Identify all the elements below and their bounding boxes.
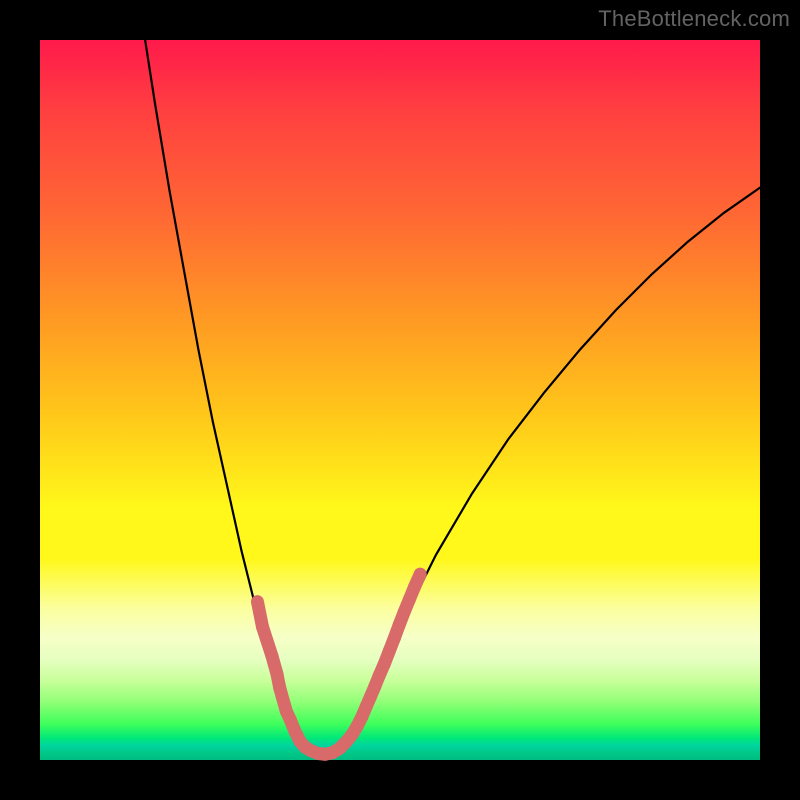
chart-svg: [40, 40, 760, 760]
chart-frame: TheBottleneck.com: [0, 0, 800, 800]
bottleneck-curve-left: [145, 40, 299, 742]
bottleneck-curve-right: [342, 188, 760, 750]
watermark-text: TheBottleneck.com: [598, 6, 790, 32]
chart-plot-area: [40, 40, 760, 760]
curve-group: [145, 40, 760, 755]
marker-group: [257, 574, 420, 754]
